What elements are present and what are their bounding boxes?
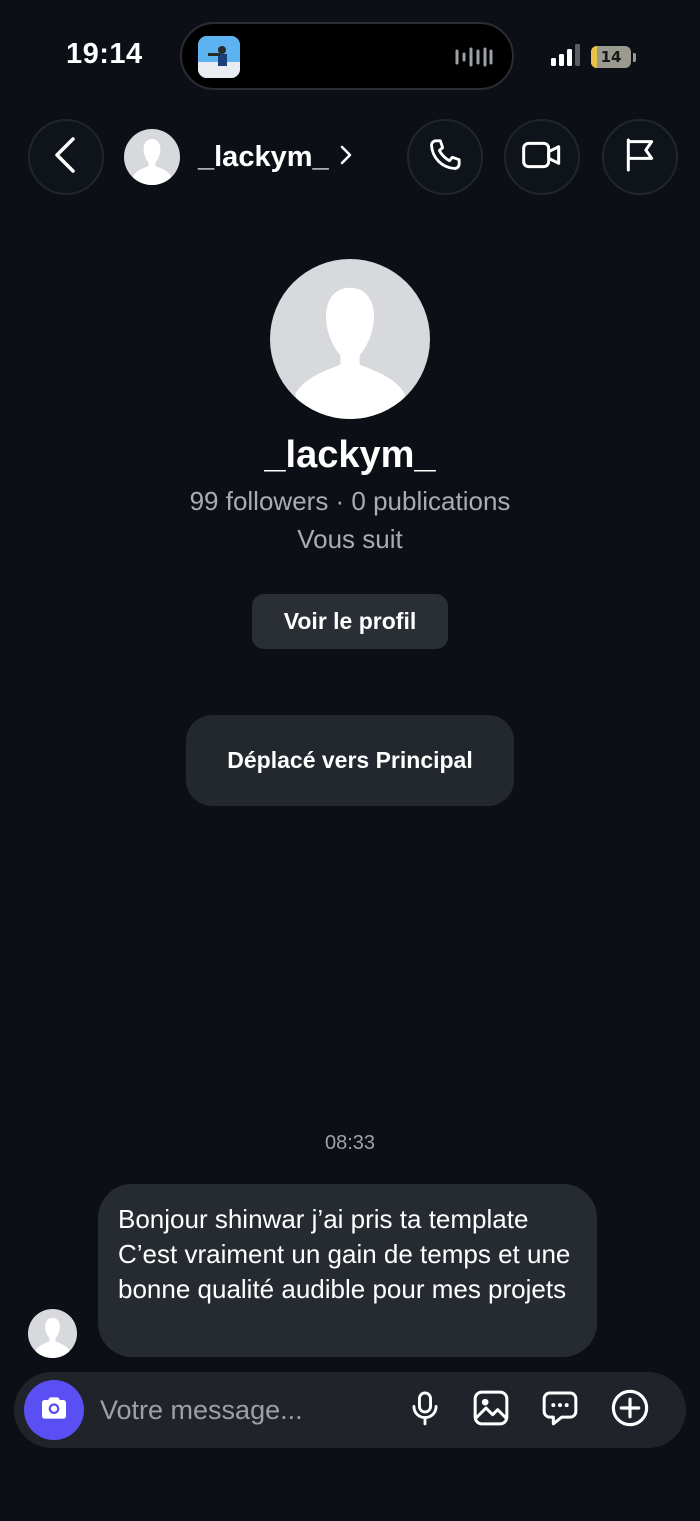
battery-level — [591, 46, 597, 68]
profile-stats: 99 followers · 0 publications — [189, 486, 511, 516]
island-thumbnail — [198, 36, 240, 78]
battery-percentage: 14 — [600, 48, 622, 66]
dm-screen: 19:14 14 _lackym_ _lackym_ 99 followers … — [0, 0, 700, 1521]
chevron-right-icon — [339, 144, 353, 171]
back-button[interactable] — [28, 119, 104, 195]
audio-waveform-icon — [454, 46, 494, 68]
camera-icon — [38, 1392, 70, 1429]
add-circle-icon — [609, 1387, 651, 1434]
gallery-button[interactable] — [470, 1389, 512, 1431]
sticker-button[interactable] — [539, 1389, 581, 1431]
message-timestamp: 08:33 — [324, 1132, 376, 1154]
profile-avatar[interactable] — [270, 259, 430, 419]
battery-icon: 14 — [591, 46, 631, 68]
flag-icon — [620, 135, 660, 180]
message-bubble[interactable]: Bonjour shinwar j’ai pris ta template C’… — [98, 1184, 597, 1357]
header-avatar — [124, 129, 180, 185]
voice-message-button[interactable] — [404, 1389, 446, 1431]
status-indicators: 14 — [551, 42, 636, 72]
battery-cap — [633, 52, 636, 62]
message-composer — [14, 1372, 686, 1448]
image-icon — [471, 1388, 511, 1433]
call-button[interactable] — [407, 119, 483, 195]
message-input[interactable] — [98, 1386, 398, 1434]
header-user-button[interactable]: _lackym_ — [124, 128, 353, 186]
video-call-button[interactable] — [504, 119, 580, 195]
signal-icon — [551, 43, 583, 71]
camera-button[interactable] — [24, 1380, 84, 1440]
phone-icon — [425, 135, 465, 180]
video-camera-icon — [520, 135, 564, 180]
more-options-button[interactable] — [609, 1389, 651, 1431]
sticker-chat-icon — [540, 1388, 580, 1433]
dynamic-island[interactable] — [180, 22, 514, 90]
moved-to-primary-notice: Déplacé vers Principal — [186, 715, 514, 806]
view-profile-button[interactable]: Voir le profil — [252, 594, 448, 649]
report-button[interactable] — [602, 119, 678, 195]
message-text: Bonjour shinwar j’ai pris ta template C’… — [118, 1204, 571, 1304]
profile-username: _lackym_ — [264, 434, 436, 476]
header-username: _lackym_ — [198, 140, 329, 173]
status-time: 19:14 — [66, 38, 143, 70]
sender-avatar[interactable] — [28, 1309, 77, 1358]
microphone-icon — [406, 1388, 444, 1433]
follow-status: Vous suit — [297, 524, 403, 554]
back-arrow-icon — [51, 135, 81, 180]
